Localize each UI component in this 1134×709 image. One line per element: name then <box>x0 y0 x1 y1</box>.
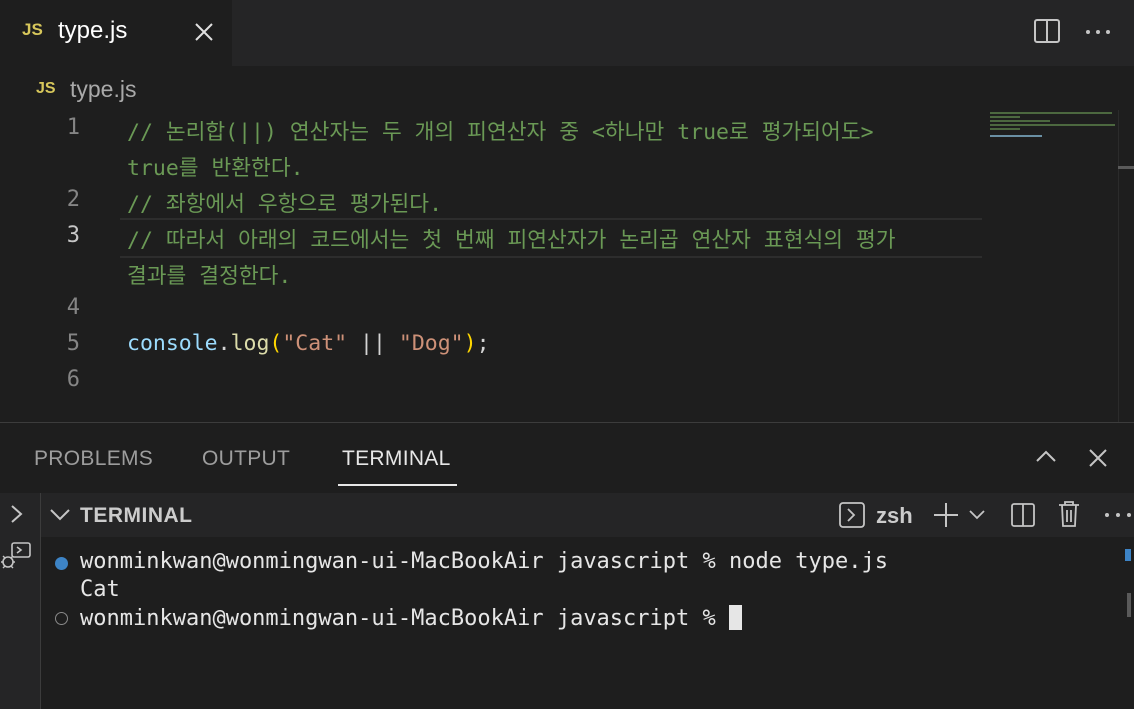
code-comment: true를 반환한다. <box>127 156 304 181</box>
js-file-icon: JS <box>36 80 56 97</box>
editor-tab-type-js[interactable]: JS type.js <box>0 0 232 66</box>
code-token-string: "Dog" <box>398 331 464 356</box>
new-terminal-icon[interactable] <box>932 501 960 534</box>
code-token-semicolon: ; <box>476 331 490 356</box>
close-tab-icon[interactable] <box>190 15 218 49</box>
code-token-string: "Cat" <box>282 331 348 356</box>
split-terminal-icon[interactable] <box>1010 501 1036 534</box>
code-comment: // 따라서 아래의 코드에서는 첫 번째 피연산자가 논리곱 연산자 표현식의… <box>127 228 896 253</box>
terminal-cursor <box>729 605 743 630</box>
terminal-header-title: TERMINAL <box>80 504 193 527</box>
code-token-operator: || <box>347 331 399 356</box>
split-editor-icon[interactable] <box>1033 17 1061 50</box>
line-number: 2 <box>66 187 80 212</box>
close-panel-icon[interactable] <box>1087 447 1109 474</box>
terminal-shell-name[interactable]: zsh <box>876 503 913 529</box>
tab-problems[interactable]: PROBLEMS <box>34 447 153 471</box>
terminal-line: Cat <box>80 577 120 602</box>
active-tab-indicator <box>338 484 457 486</box>
line-number: 5 <box>66 331 80 356</box>
debug-terminal-icon[interactable] <box>0 541 32 576</box>
terminal-shell-icon[interactable] <box>838 501 866 534</box>
line-number: 4 <box>66 295 80 320</box>
trash-icon[interactable] <box>1057 499 1081 534</box>
command-success-decoration[interactable] <box>55 557 68 570</box>
code-token-paren: ( <box>269 331 283 356</box>
minimap[interactable] <box>988 110 1118 150</box>
terminal-prompt-line: wonminkwan@wonmingwan-ui-MacBookAir java… <box>80 605 743 631</box>
terminal-side-bar <box>0 493 41 709</box>
line-number: 6 <box>66 367 80 392</box>
editor-tab-label: type.js <box>58 17 128 44</box>
bottom-panel: PROBLEMS OUTPUT TERMINAL TERMINAL zsh wo… <box>0 422 1134 709</box>
code-editor[interactable]: 1 2 3 4 5 6 // 논리합(||) 연산자는 두 개의 피연산자 중 … <box>0 110 1134 422</box>
chevron-down-icon[interactable] <box>49 506 71 529</box>
code-comment: 결과를 결정한다. <box>127 264 292 289</box>
line-number: 1 <box>66 115 80 140</box>
code-statement: console.log("Cat" || "Dog"); <box>127 331 490 356</box>
command-pending-decoration[interactable] <box>55 612 68 625</box>
terminal-header: TERMINAL zsh <box>41 493 1134 537</box>
more-actions-icon[interactable] <box>1084 20 1112 49</box>
code-token-paren: ) <box>463 331 477 356</box>
js-file-icon: JS <box>22 20 43 39</box>
editor-scrollbar-track <box>1118 110 1119 422</box>
terminal-more-icon[interactable] <box>1103 503 1133 532</box>
editor-tab-bar: JS type.js <box>0 0 1134 66</box>
code-comment: // 좌항에서 우항으로 평가된다. <box>127 192 443 217</box>
editor-scrollbar-thumb[interactable] <box>1118 166 1134 169</box>
tab-output[interactable]: OUTPUT <box>202 447 290 471</box>
code-token-function: log <box>230 331 270 356</box>
tab-terminal[interactable]: TERMINAL <box>342 447 451 471</box>
terminal-scroll-marker <box>1125 549 1131 561</box>
terminal-output[interactable]: wonminkwan@wonmingwan-ui-MacBookAir java… <box>41 537 1134 709</box>
maximize-panel-icon[interactable] <box>1034 447 1058 472</box>
line-number: 3 <box>66 223 80 248</box>
terminal-scrollbar-thumb[interactable] <box>1127 593 1131 617</box>
code-comment: // 논리합(||) 연산자는 두 개의 피연산자 중 <하나만 true로 평… <box>127 120 874 145</box>
chevron-right-icon[interactable] <box>8 503 26 530</box>
code-token-object: console <box>127 331 218 356</box>
terminal-dropdown-icon[interactable] <box>968 507 986 528</box>
breadcrumb: JS type.js <box>0 66 1134 110</box>
breadcrumb-file[interactable]: type.js <box>70 76 136 103</box>
terminal-prompt: wonminkwan@wonmingwan-ui-MacBookAir java… <box>80 606 730 631</box>
code-token-dot: . <box>217 331 231 356</box>
terminal-line: wonminkwan@wonmingwan-ui-MacBookAir java… <box>80 549 888 574</box>
